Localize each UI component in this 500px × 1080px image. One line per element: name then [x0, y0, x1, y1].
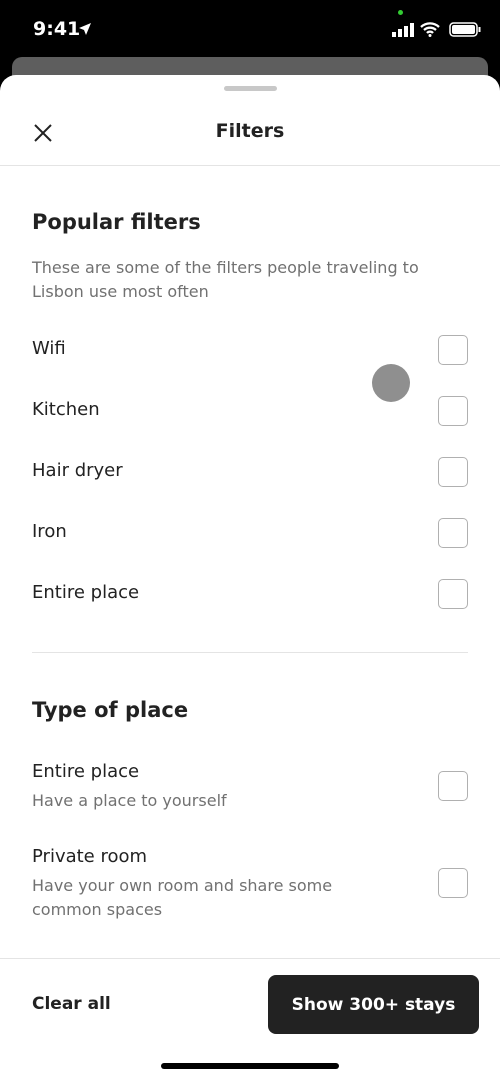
filter-label: Hair dryer — [32, 460, 123, 481]
location-arrow-icon — [79, 23, 91, 35]
place-type-label: Private room — [32, 846, 148, 867]
filter-label: Wifi — [32, 338, 66, 359]
section-heading: Type of place — [32, 698, 189, 722]
clear-all-button[interactable]: Clear all — [32, 994, 111, 1014]
home-indicator — [161, 1063, 339, 1069]
place-type-description: Have a place to yourself — [32, 791, 227, 810]
camera-indicator-icon — [398, 10, 403, 15]
footer-divider — [0, 958, 500, 959]
status-bar: 9:41 — [0, 0, 500, 57]
section-divider — [32, 652, 468, 653]
header-divider — [0, 165, 500, 166]
section-description: These are some of the filters people tra… — [32, 258, 419, 301]
place-type-checkbox-private-room[interactable] — [438, 868, 468, 898]
wifi-icon — [420, 22, 440, 37]
signal-icon — [392, 23, 414, 37]
place-type-checkbox-entire-place[interactable] — [438, 771, 468, 801]
page-title: Filters — [215, 120, 285, 142]
drag-handle[interactable] — [224, 86, 277, 91]
battery-icon — [449, 22, 481, 37]
place-type-description: Have your own room and share some common… — [32, 876, 333, 919]
filter-checkbox-hair-dryer[interactable] — [438, 457, 468, 487]
filter-checkbox-entire-place[interactable] — [438, 579, 468, 609]
section-heading: Popular filters — [32, 210, 201, 234]
filter-checkbox-kitchen[interactable] — [438, 396, 468, 426]
show-stays-button[interactable]: Show 300+ stays — [268, 975, 479, 1034]
place-type-label: Entire place — [32, 761, 140, 782]
status-time: 9:41 — [33, 18, 81, 40]
filter-label: Entire place — [32, 582, 140, 603]
filter-label: Kitchen — [32, 399, 100, 420]
filter-label: Iron — [32, 521, 67, 542]
filter-checkbox-wifi[interactable] — [438, 335, 468, 365]
filter-checkbox-iron[interactable] — [438, 518, 468, 548]
touch-indicator — [372, 364, 410, 402]
